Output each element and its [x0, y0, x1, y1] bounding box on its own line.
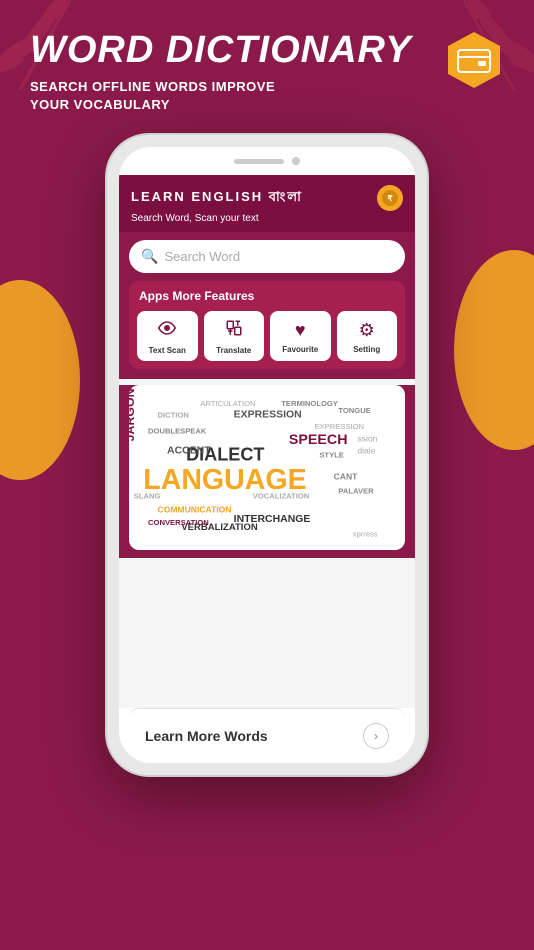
- svg-text:ARTICULATION: ARTICULATION: [200, 399, 255, 408]
- features-title: Apps More Features: [137, 289, 397, 303]
- svg-text:diale: diale: [357, 446, 375, 456]
- learn-more-arrow[interactable]: ›: [363, 723, 389, 749]
- svg-text:JARGON: JARGON: [129, 388, 137, 441]
- phone-body: LEARN ENGLISH বাংলা ₹ Search Word, Scan …: [107, 135, 427, 775]
- svg-text:PALAVER: PALAVER: [338, 487, 374, 496]
- phone-mockup: LEARN ENGLISH বাংলা ₹ Search Word, Scan …: [107, 135, 427, 775]
- app-header-bar: LEARN ENGLISH বাংলা ₹ Search Word, Scan …: [119, 175, 415, 232]
- svg-text:CONVERSATION: CONVERSATION: [148, 518, 209, 527]
- learn-more-card[interactable]: Learn More Words ›: [129, 708, 405, 763]
- translate-label: Translate: [216, 346, 251, 355]
- background: WORD DICTIONARY SEARCH OFFLINE WORDS IMP…: [0, 0, 534, 950]
- search-bar[interactable]: 🔍 Search Word: [129, 240, 405, 273]
- svg-text:EXPRESSION: EXPRESSION: [315, 422, 364, 431]
- phone-speaker: [234, 159, 284, 164]
- app-subtitle: SEARCH OFFLINE WORDS IMPROVE YOUR VOCABU…: [30, 78, 504, 114]
- search-icon: 🔍: [141, 248, 158, 265]
- app-tagline: Search Word, Scan your text: [131, 213, 403, 224]
- svg-text:TONGUE: TONGUE: [338, 406, 370, 415]
- feature-favourite[interactable]: ♥ Favourite: [270, 311, 331, 361]
- wordcloud-svg: LANGUAGE DIALECT EXPRESSION JARGON ACCEN…: [129, 385, 405, 550]
- svg-text:INTERCHANGE: INTERCHANGE: [234, 514, 311, 525]
- phone-status-bar: [119, 147, 415, 175]
- svg-text:SLANG: SLANG: [134, 491, 161, 500]
- svg-text:STYLE: STYLE: [319, 451, 344, 460]
- favourite-icon: ♥: [295, 320, 306, 341]
- svg-text:DICTION: DICTION: [158, 411, 189, 420]
- orange-blob-left: [0, 280, 80, 480]
- features-card: Apps More Features: [129, 281, 405, 369]
- coin-icon: ₹: [382, 190, 398, 206]
- svg-text:VOCALIZATION: VOCALIZATION: [253, 491, 310, 500]
- feature-text-scan[interactable]: Text Scan: [137, 311, 198, 361]
- orange-blob-right: [454, 250, 534, 450]
- features-grid: Text Scan: [137, 311, 397, 361]
- translate-icon: [225, 319, 243, 342]
- text-scan-label: Text Scan: [149, 346, 186, 355]
- search-placeholder: Search Word: [164, 249, 240, 264]
- wallet-icon[interactable]: [444, 30, 504, 90]
- learn-more-title: Learn More Words: [145, 728, 268, 744]
- text-scan-icon: [158, 319, 176, 342]
- app-title-row: LEARN ENGLISH বাংলা ₹: [131, 185, 403, 211]
- phone-screen: LEARN ENGLISH বাংলা ₹ Search Word, Scan …: [119, 147, 415, 763]
- search-container: 🔍 Search Word: [119, 232, 415, 281]
- phone-camera: [292, 157, 300, 165]
- svg-text:TERMINOLOGY: TERMINOLOGY: [281, 399, 338, 408]
- learn-more-section: Learn More Words ›: [119, 708, 415, 763]
- svg-text:ssion: ssion: [357, 433, 377, 443]
- app-name-title: LEARN ENGLISH বাংলা: [131, 188, 303, 209]
- svg-text:DOUBLESPEAK: DOUBLESPEAK: [148, 427, 207, 436]
- svg-text:xprress: xprress: [353, 530, 378, 539]
- svg-text:COMMUNICATION: COMMUNICATION: [158, 505, 232, 515]
- setting-label: Setting: [353, 345, 380, 354]
- favourite-label: Favourite: [282, 345, 318, 354]
- feature-setting[interactable]: ⚙ Setting: [337, 311, 398, 361]
- svg-text:CANT: CANT: [334, 471, 359, 481]
- coin-button[interactable]: ₹: [377, 185, 403, 211]
- features-section: Apps More Features: [119, 281, 415, 379]
- wordcloud-section: LANGUAGE DIALECT EXPRESSION JARGON ACCEN…: [119, 385, 415, 558]
- setting-icon: ⚙: [359, 320, 375, 341]
- svg-text:SPEECH: SPEECH: [289, 432, 348, 448]
- wordcloud-visual: LANGUAGE DIALECT EXPRESSION JARGON ACCEN…: [129, 385, 405, 550]
- wordcloud-card: LANGUAGE DIALECT EXPRESSION JARGON ACCEN…: [129, 385, 405, 550]
- app-title: WORD DICTIONARY: [30, 30, 504, 72]
- svg-text:EXPRESSION: EXPRESSION: [234, 410, 302, 421]
- feature-translate[interactable]: Translate: [204, 311, 265, 361]
- phone-app-content: LEARN ENGLISH বাংলা ₹ Search Word, Scan …: [119, 175, 415, 763]
- svg-text:ACCENT: ACCENT: [167, 446, 211, 457]
